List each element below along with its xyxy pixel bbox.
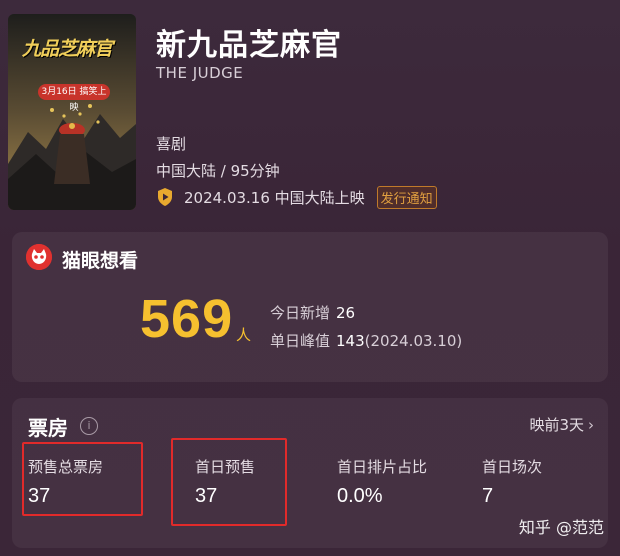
box-office-title: 票房 [28, 416, 68, 440]
metric-label: 首日场次 [482, 458, 543, 476]
prerelease-days-link[interactable]: 映前3天 › [529, 414, 594, 435]
stat-today-value: 26 [336, 304, 356, 322]
release-date: 2024.03.16 中国大陆上映 [184, 188, 365, 207]
highlight-box-presale-total [22, 442, 143, 516]
stat-daily-peak: 单日峰值 143(2024.03.10) [270, 330, 462, 351]
stat-peak-value: 143 [336, 332, 365, 350]
want-count: 569 [140, 289, 234, 349]
release-row: 2024.03.16 中国大陆上映 发行通知 [156, 185, 437, 209]
want-unit: 人 [236, 326, 252, 344]
metric-value: 7 [482, 485, 494, 507]
maoyan-logo [26, 244, 52, 270]
stat-today-label: 今日新增 [270, 304, 331, 322]
metric-first-day-sessions: 首日场次 7 [482, 456, 542, 508]
maoyan-want-card: 猫眼想看 569 人 今日新增 26 单日峰值 143(2024.03.10) [12, 232, 608, 382]
stat-peak-date: (2024.03.10) [364, 332, 463, 350]
stat-today-new: 今日新增 26 [270, 302, 355, 323]
poster-title: 九品芝麻官 [22, 38, 113, 60]
shield-icon [158, 188, 172, 206]
zhihu-watermark: 知乎 @范范 [518, 518, 604, 537]
maoyan-want-title: 猫眼想看 [62, 250, 139, 272]
metric-first-day-screening-share: 首日排片占比 0.0% [337, 456, 427, 508]
metric-label: 首日排片占比 [337, 458, 428, 476]
prerelease-label: 映前3天 [529, 416, 584, 434]
info-icon[interactable]: i [80, 417, 98, 435]
highlight-box-first-day-presale [171, 438, 287, 526]
stat-peak-label: 单日峰值 [270, 332, 331, 350]
movie-title: 新九品芝麻官 [156, 28, 342, 63]
movie-poster[interactable]: 九品芝麻官 3月16日 搞笑上映 [8, 14, 136, 210]
movie-genre: 喜剧 [156, 135, 187, 153]
metric-value: 0.0% [337, 485, 383, 507]
chevron-right-icon: › [588, 416, 594, 434]
cat-eye-icon [26, 244, 52, 270]
movie-region-duration: 中国大陆 / 95分钟 [156, 162, 280, 180]
movie-english-title: THE JUDGE [156, 64, 244, 82]
poster-release-tag: 3月16日 搞笑上映 [38, 84, 110, 113]
release-notice-badge[interactable]: 发行通知 [376, 185, 437, 209]
